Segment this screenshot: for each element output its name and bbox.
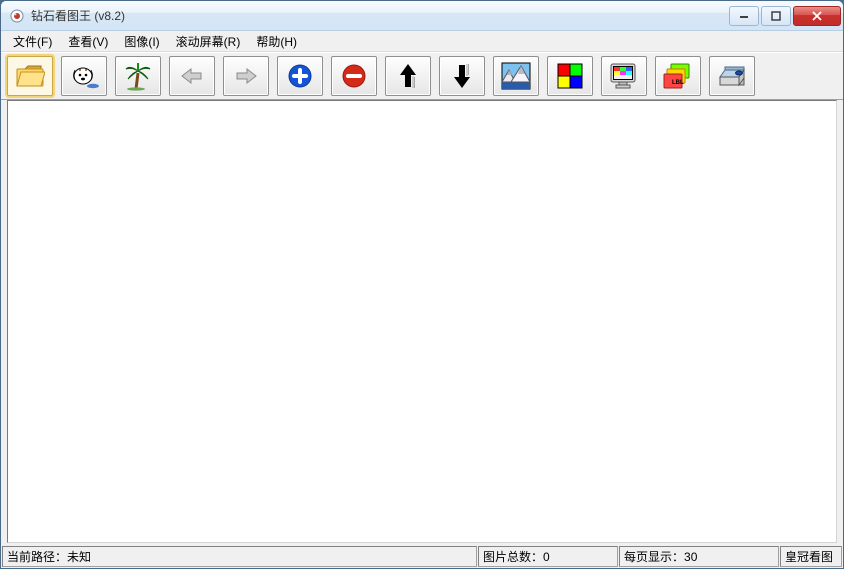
menu-bar: 文件(F) 查看(V) 图像(I) 滚动屏幕(R) 帮助(H)	[1, 31, 843, 52]
status-path-label: 当前路径：	[7, 548, 67, 565]
labels-icon: LBL	[663, 62, 693, 90]
open-folder-button[interactable]	[7, 56, 53, 96]
zoom-in-button[interactable]	[277, 56, 323, 96]
color-squares-icon	[557, 63, 583, 89]
status-bar: 当前路径： 未知 图片总数： 0 每页显示： 30 皇冠看图	[1, 546, 843, 568]
folder-icon	[15, 63, 45, 89]
window-title: 钻石看图王 (v8.2)	[31, 7, 727, 24]
image-viewport[interactable]	[7, 100, 837, 543]
status-perpage-label: 每页显示：	[624, 548, 684, 565]
labels-button[interactable]: LBL	[655, 56, 701, 96]
toolbar: LBL	[1, 52, 843, 100]
scenery-button[interactable]	[493, 56, 539, 96]
maximize-button[interactable]	[761, 6, 791, 26]
move-down-button[interactable]	[439, 56, 485, 96]
svg-text:LBL: LBL	[672, 80, 684, 86]
menu-image[interactable]: 图像(I)	[116, 31, 167, 52]
monitor-icon	[609, 62, 639, 90]
window-controls	[727, 6, 841, 26]
scanner-button[interactable]	[709, 56, 755, 96]
status-count-value: 0	[543, 550, 550, 564]
next-button[interactable]	[223, 56, 269, 96]
colors-button[interactable]	[547, 56, 593, 96]
arrow-left-icon	[179, 66, 205, 86]
previous-button[interactable]	[169, 56, 215, 96]
arrow-right-icon	[233, 66, 259, 86]
app-window: 钻石看图王 (v8.2) 文件(F) 查看(V) 图像(I) 滚动屏幕(R) 帮…	[0, 0, 844, 569]
minimize-button[interactable]	[729, 6, 759, 26]
app-icon	[9, 8, 25, 24]
plus-icon	[286, 62, 314, 90]
palm-tree-icon	[124, 61, 152, 91]
status-path: 当前路径： 未知	[2, 546, 477, 567]
dog-icon	[69, 62, 99, 90]
move-up-button[interactable]	[385, 56, 431, 96]
tree-button[interactable]	[115, 56, 161, 96]
menu-help[interactable]: 帮助(H)	[248, 31, 305, 52]
menu-view[interactable]: 查看(V)	[60, 31, 116, 52]
status-path-value: 未知	[67, 548, 91, 565]
status-perpage: 每页显示： 30	[619, 546, 779, 567]
arrow-down-icon	[452, 62, 472, 90]
search-button[interactable]	[61, 56, 107, 96]
title-bar[interactable]: 钻石看图王 (v8.2)	[1, 1, 843, 31]
status-perpage-value: 30	[684, 550, 697, 564]
monitor-button[interactable]	[601, 56, 647, 96]
menu-file[interactable]: 文件(F)	[5, 31, 60, 52]
minus-icon	[340, 62, 368, 90]
close-button[interactable]	[793, 6, 841, 26]
menu-scroll[interactable]: 滚动屏幕(R)	[168, 31, 249, 52]
landscape-icon	[501, 62, 531, 90]
scanner-icon	[717, 63, 747, 89]
status-count-label: 图片总数：	[483, 548, 543, 565]
status-count: 图片总数： 0	[478, 546, 618, 567]
arrow-up-icon	[398, 62, 418, 90]
zoom-out-button[interactable]	[331, 56, 377, 96]
status-brand: 皇冠看图	[780, 546, 842, 567]
